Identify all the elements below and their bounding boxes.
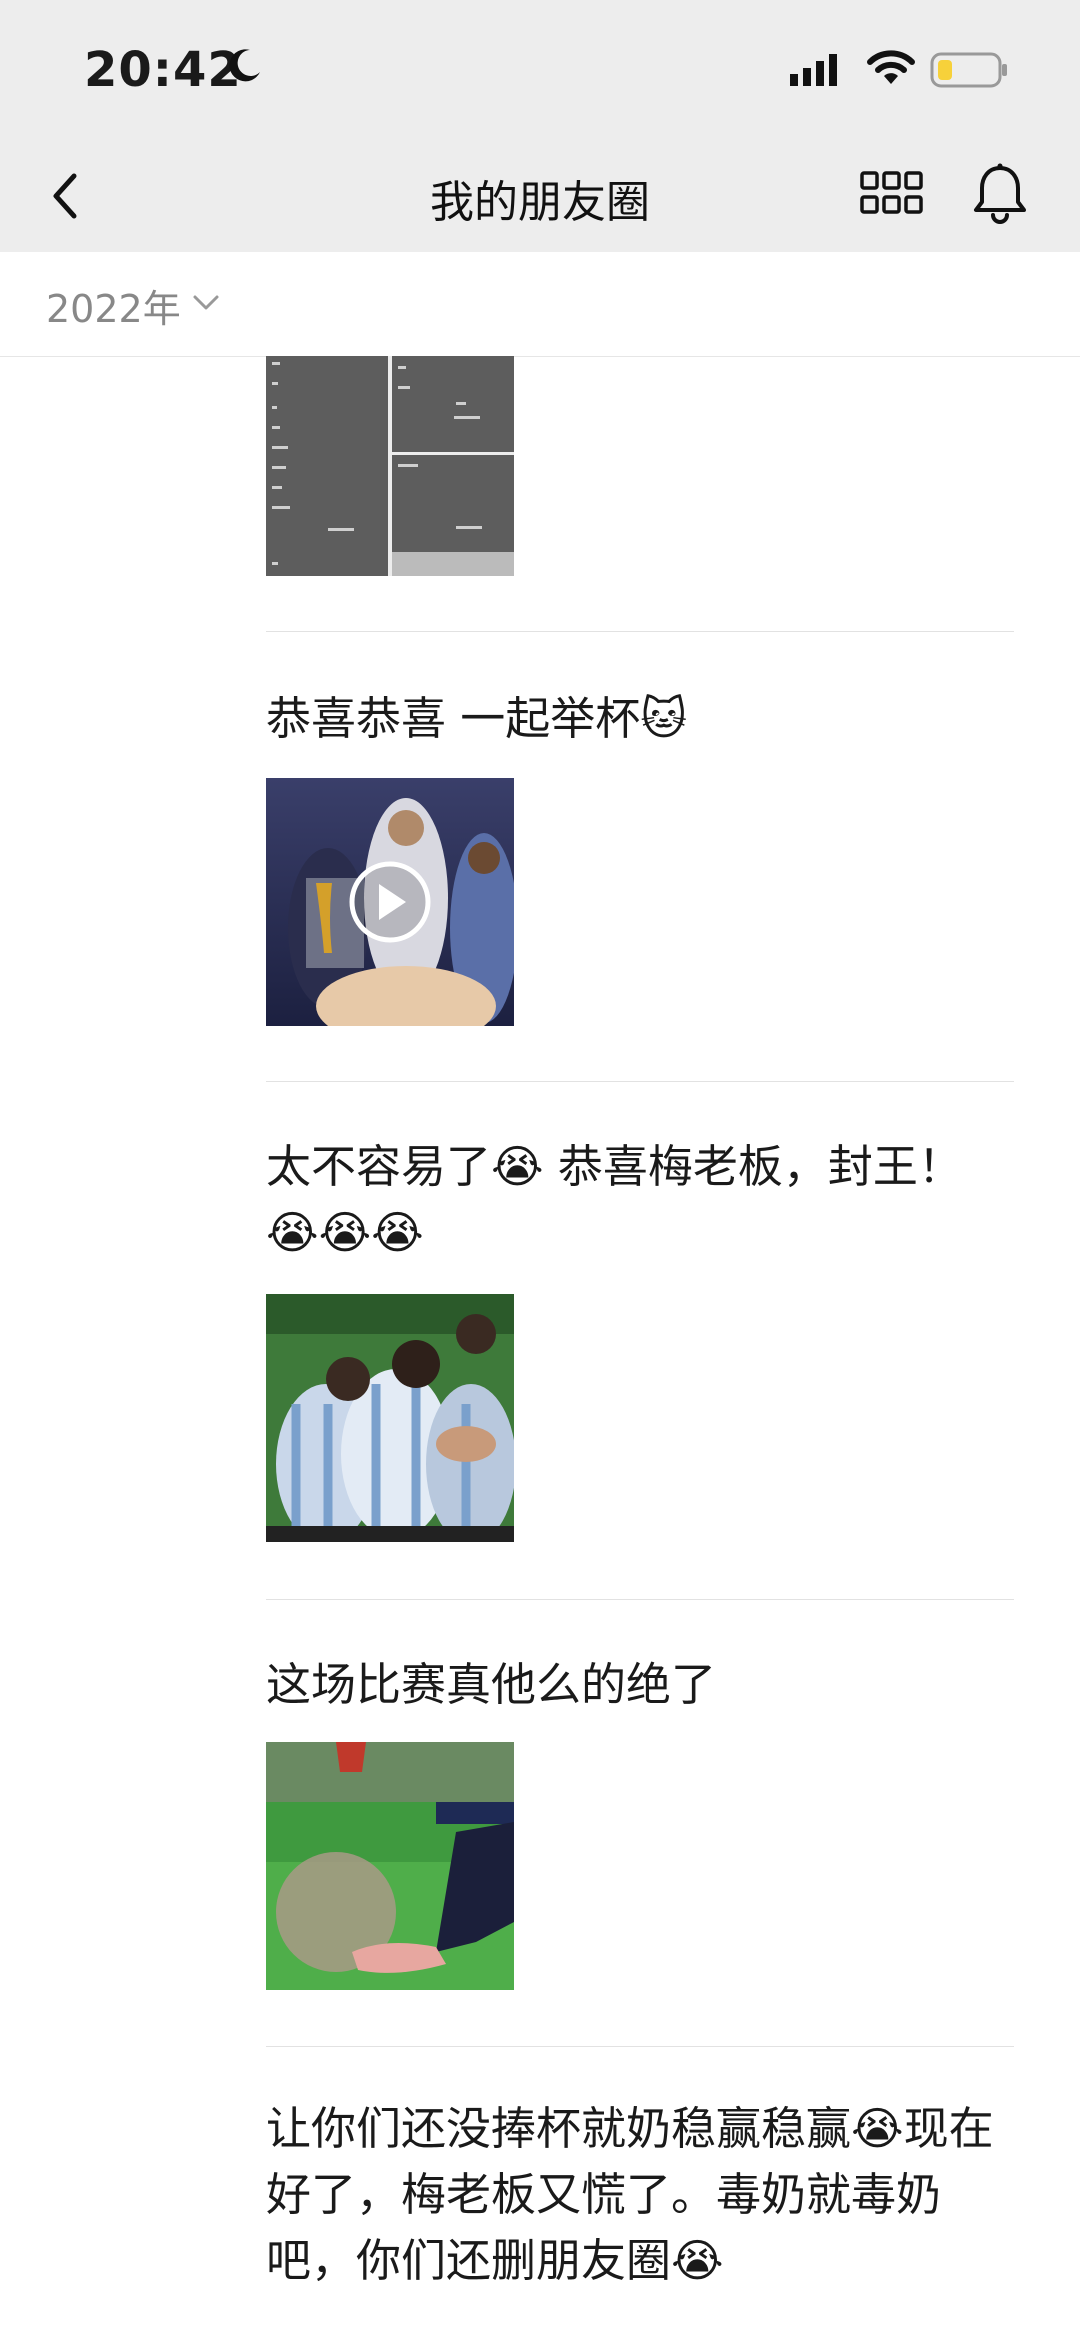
match-photo-thumbnail [266, 1742, 514, 1990]
nav-bar: 我的朋友圈 [0, 140, 1080, 252]
post-divider [266, 1081, 1014, 1082]
post-image[interactable] [266, 1294, 514, 1542]
post-text: 恭喜恭喜 一起举杯🐱 [266, 692, 688, 745]
celebration-photo-thumbnail [266, 1294, 514, 1542]
status-time: 20:42 [84, 42, 242, 98]
screenshot-thumbnail [266, 356, 514, 576]
year-filter-bar: 2022年 [0, 252, 1080, 357]
notification-bell-icon[interactable] [972, 162, 1028, 224]
battery-icon [930, 52, 1007, 88]
wifi-icon [867, 50, 915, 84]
cellular-signal-icon [790, 54, 837, 86]
status-bar: 20:42 [0, 0, 1080, 140]
post-video[interactable] [266, 778, 514, 1026]
moon-icon [229, 49, 260, 82]
chevron-down-icon[interactable] [192, 294, 220, 312]
post-text: 这场比赛真他么的绝了 [266, 1658, 717, 1711]
post-divider [266, 2046, 1014, 2047]
video-thumbnail [266, 778, 514, 1026]
post-text: 让你们还没捧杯就奶稳赢稳赢😭现在好了，梅老板又慌了。毒奶就毒奶吧，你们还删朋友圈… [266, 2102, 994, 2287]
post-divider [266, 1599, 1014, 1600]
year-selector[interactable]: 2022年 [46, 278, 181, 333]
post-text: 太不容易了😭 恭喜梅老板，封王！😭😭😭 [266, 1140, 963, 1259]
grid-view-icon[interactable] [860, 170, 924, 216]
post-divider [266, 631, 1014, 632]
post-image[interactable] [266, 1742, 514, 1990]
post-image[interactable] [266, 356, 514, 576]
